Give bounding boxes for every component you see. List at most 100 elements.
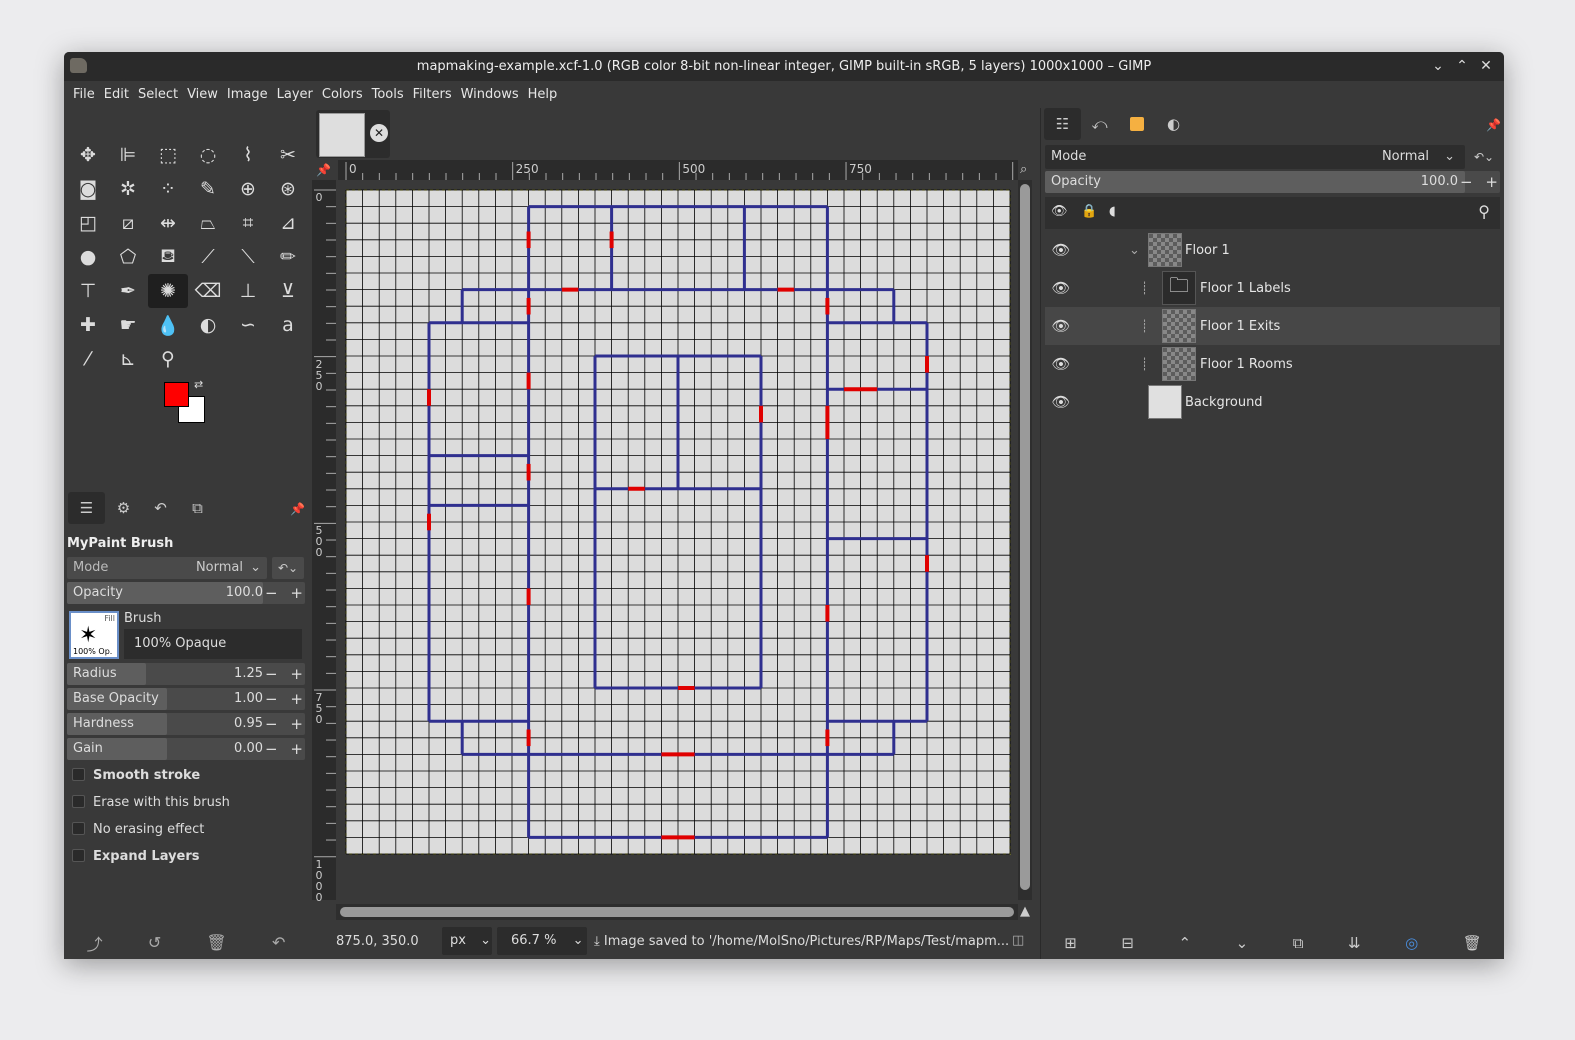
foreground-color-swatch[interactable] bbox=[164, 382, 189, 407]
plus-icon[interactable]: + bbox=[290, 713, 303, 735]
tag-icon[interactable]: ◖ bbox=[1109, 204, 1116, 219]
vertical-scroll-thumb[interactable] bbox=[1020, 184, 1030, 890]
menu-layer[interactable]: Layer bbox=[272, 81, 318, 108]
collapse-chevron-icon[interactable]: ⌄ bbox=[1129, 243, 1140, 258]
bucket-tool-icon[interactable]: ● bbox=[68, 240, 108, 274]
fill-tool-icon[interactable]: ⛾ bbox=[148, 240, 188, 274]
smooth-stroke-checkbox[interactable]: Smooth stroke bbox=[72, 768, 200, 783]
pin-icon[interactable]: 📌 bbox=[1486, 118, 1501, 132]
duplicate-layer-icon[interactable]: ⧉ bbox=[1293, 934, 1304, 952]
navigation-preview-icon[interactable]: ◫ bbox=[1012, 933, 1024, 948]
minus-icon[interactable]: − bbox=[265, 713, 278, 735]
ellipse-select-tool-icon[interactable]: ◌ bbox=[188, 138, 228, 172]
mode-select[interactable]: Mode Normal ⌄ bbox=[67, 557, 267, 579]
layer-row-floor-1-labels[interactable]: 👁 ┊ 🗀 Floor 1 Labels bbox=[1045, 269, 1500, 307]
tab-images[interactable]: ⧉ bbox=[179, 492, 216, 524]
free-select-tool-icon[interactable]: ⌇ bbox=[228, 138, 268, 172]
horizontal-scroll-thumb[interactable] bbox=[340, 907, 1014, 917]
zoom-select[interactable]: 66.7 % ⌄ bbox=[497, 927, 587, 955]
lock-icon[interactable]: 🔒 bbox=[1081, 204, 1097, 219]
close-icon[interactable]: ✕ bbox=[1476, 52, 1496, 81]
maximize-icon[interactable]: ⌃ bbox=[1452, 52, 1472, 81]
minimize-icon[interactable]: ⌄ bbox=[1428, 52, 1448, 81]
layer-row-floor-1-rooms[interactable]: 👁 ┊ Floor 1 Rooms bbox=[1045, 345, 1500, 383]
dodge-burn-tool-icon[interactable]: ◐ bbox=[188, 308, 228, 342]
new-group-icon[interactable]: ⊟ bbox=[1121, 934, 1134, 952]
hardness-slider[interactable]: Hardness 0.95 − + bbox=[67, 713, 305, 735]
color-picker-tool-icon[interactable]: ⁄ bbox=[68, 342, 108, 376]
navigate-icon[interactable]: ▲ bbox=[1020, 904, 1030, 919]
tab-layers[interactable]: ☷ bbox=[1044, 108, 1081, 140]
horizontal-ruler[interactable]: 0 250 500 750 bbox=[338, 160, 1018, 180]
clone-tool-icon[interactable]: ⊥ bbox=[228, 274, 268, 308]
vertical-ruler[interactable]: 0 250 500 750 1000 bbox=[312, 180, 336, 903]
scissors-tool-icon[interactable]: ✂ bbox=[268, 138, 308, 172]
measure-angle-tool-icon[interactable]: ⊿ bbox=[268, 206, 308, 240]
layer-mode-select[interactable]: Mode Normal ⌄ bbox=[1045, 145, 1465, 169]
text-tool-icon[interactable]: a bbox=[268, 308, 308, 342]
ink-tool-icon[interactable]: ✒ bbox=[108, 274, 148, 308]
menu-help[interactable]: Help bbox=[523, 81, 563, 108]
tab-device-status[interactable]: ⚙ bbox=[105, 492, 142, 524]
lower-layer-icon[interactable]: ⌄ bbox=[1236, 934, 1249, 952]
mypaint-brush-tool-icon[interactable]: ✺ bbox=[148, 274, 188, 308]
radius-slider[interactable]: Radius 1.25 − + bbox=[67, 663, 305, 685]
search-icon[interactable]: ⚲ bbox=[1478, 202, 1490, 221]
plus-icon[interactable]: + bbox=[290, 582, 303, 604]
zoom-icon[interactable]: ⌕ bbox=[1020, 162, 1027, 177]
delete-options-icon[interactable]: 🗑 bbox=[206, 933, 226, 952]
plus-icon[interactable]: + bbox=[290, 738, 303, 760]
minus-icon[interactable]: − bbox=[265, 688, 278, 710]
gain-slider[interactable]: Gain 0.00 − + bbox=[67, 738, 305, 760]
plus-icon[interactable]: + bbox=[290, 663, 303, 685]
tab-tool-options[interactable]: ☰ bbox=[68, 492, 105, 524]
menu-image[interactable]: Image bbox=[222, 81, 273, 108]
flip-tool-icon[interactable]: ⇹ bbox=[148, 206, 188, 240]
perspective-tool-icon[interactable]: ⏢ bbox=[188, 206, 228, 240]
mode-reset-button[interactable]: ↶⌄ bbox=[272, 557, 304, 579]
new-layer-icon[interactable]: ⊞ bbox=[1064, 934, 1077, 952]
restore-options-icon[interactable]: ↺ bbox=[148, 933, 161, 952]
plus-icon[interactable]: + bbox=[1485, 171, 1498, 193]
heal-tool-icon[interactable]: ⊻ bbox=[268, 274, 308, 308]
raise-layer-icon[interactable]: ⌃ bbox=[1178, 934, 1191, 952]
airbrush-tool-icon[interactable]: ⊤ bbox=[68, 274, 108, 308]
reset-options-icon[interactable]: ↶ bbox=[272, 933, 285, 952]
eraser-tool-icon[interactable]: ⌫ bbox=[188, 274, 228, 308]
layer-row-background[interactable]: 👁 Background bbox=[1045, 383, 1500, 421]
eye-icon[interactable]: 👁 bbox=[1049, 355, 1073, 373]
visibility-header-icon[interactable]: 👁 bbox=[1051, 204, 1068, 219]
layer-row-floor-1-exits[interactable]: 👁 ┊ Floor 1 Exits bbox=[1045, 307, 1500, 345]
save-options-icon[interactable]: ⤴ bbox=[87, 931, 103, 955]
opacity-slider[interactable]: Opacity 100.0 − + bbox=[67, 582, 305, 604]
menu-filters[interactable]: Filters bbox=[408, 81, 457, 108]
crop-tool-icon[interactable]: ◰ bbox=[68, 206, 108, 240]
zoom-tool-icon[interactable]: ⚲ bbox=[148, 342, 188, 376]
path-tool-icon[interactable]: ∽ bbox=[228, 308, 268, 342]
bandage-tool-icon[interactable]: ✚ bbox=[68, 308, 108, 342]
mask-icon[interactable]: ◎ bbox=[1405, 934, 1418, 952]
swap-colors-icon[interactable]: ⇄ bbox=[194, 378, 203, 391]
tab-brushes[interactable]: ◐ bbox=[1155, 108, 1192, 140]
vertical-scrollbar[interactable] bbox=[1018, 180, 1032, 900]
menu-windows[interactable]: Windows bbox=[456, 81, 524, 108]
minus-icon[interactable]: − bbox=[265, 663, 278, 685]
minus-icon[interactable]: − bbox=[1460, 171, 1473, 193]
menu-view[interactable]: View bbox=[182, 81, 223, 108]
pin-icon[interactable]: 📌 bbox=[290, 502, 305, 516]
pencil-tool-icon[interactable]: ✏ bbox=[268, 240, 308, 274]
align-tool-icon[interactable]: ⊫ bbox=[108, 138, 148, 172]
base-opacity-slider[interactable]: Base Opacity 1.00 − + bbox=[67, 688, 305, 710]
minus-icon[interactable]: − bbox=[265, 738, 278, 760]
foreground-select-tool-icon[interactable]: ◙ bbox=[68, 172, 108, 206]
delete-layer-icon[interactable]: 🗑 bbox=[1463, 934, 1482, 952]
menu-tools[interactable]: Tools bbox=[367, 81, 409, 108]
rect-select-tool-icon[interactable]: ⬚ bbox=[148, 138, 188, 172]
layer-opacity-slider[interactable]: Opacity 100.0 − + bbox=[1045, 171, 1500, 193]
tab-undo-history[interactable]: ↶ bbox=[142, 492, 179, 524]
warp-tool-icon[interactable]: ⊛ bbox=[268, 172, 308, 206]
eye-icon[interactable]: 👁 bbox=[1049, 393, 1073, 411]
cage-tool-icon[interactable]: ⬠ bbox=[108, 240, 148, 274]
layer-mode-reset-button[interactable]: ↶⌄ bbox=[1468, 145, 1500, 169]
no-erasing-effect-checkbox[interactable]: No erasing effect bbox=[72, 822, 204, 837]
